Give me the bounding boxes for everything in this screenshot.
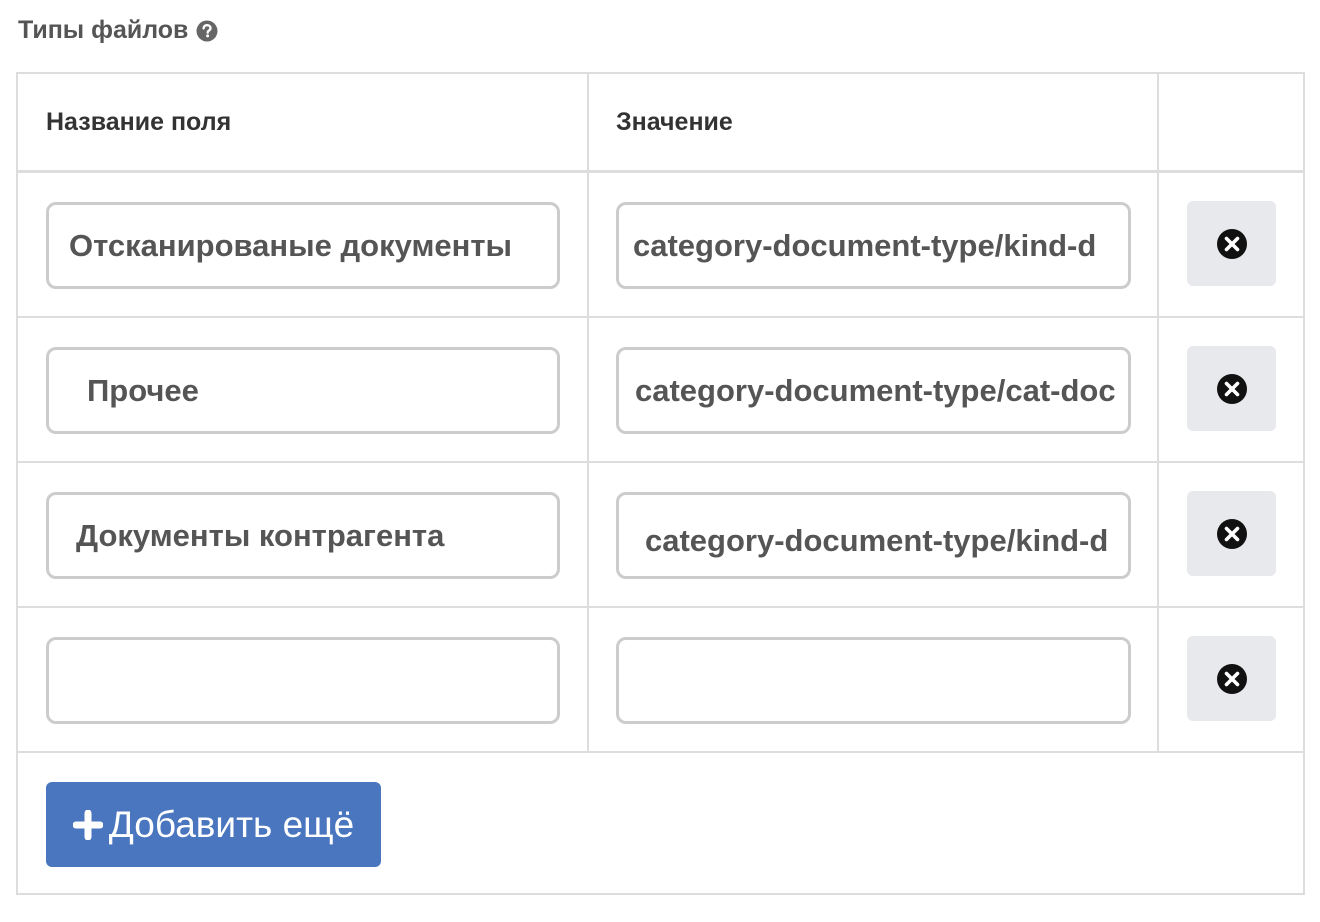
plus-icon [72, 809, 103, 840]
field-value-input[interactable]: category-document-type/kind-d [616, 202, 1131, 289]
field-name-input[interactable] [46, 637, 560, 724]
section-title-label: Типы файлов [18, 16, 189, 44]
delete-row-button[interactable] [1187, 201, 1276, 286]
delete-row-button[interactable] [1187, 346, 1276, 431]
column-header-value: Значение [616, 108, 733, 136]
column-header-name: Название поля [46, 108, 232, 136]
add-more-button[interactable]: Добавить ещё [46, 782, 381, 867]
add-more-label: Добавить ещё [108, 803, 355, 845]
table-row [18, 608, 1303, 753]
file-types-table: Название поля Значение Отсканированые до… [16, 72, 1305, 895]
field-name-input[interactable]: Документы контрагента [46, 492, 560, 579]
question-circle-icon[interactable] [196, 20, 218, 42]
times-circle-icon [1216, 228, 1247, 259]
field-name-input[interactable]: Отсканированые документы [46, 202, 560, 289]
times-circle-icon [1216, 663, 1247, 694]
table-header: Название поля Значение [18, 74, 1303, 173]
table-row: Прочее category-document-type/cat-doc [18, 318, 1303, 463]
times-circle-icon [1216, 518, 1247, 549]
section-title: Типы файлов [18, 16, 218, 45]
field-value-input[interactable]: category-document-type/kind-d [616, 492, 1131, 579]
delete-row-button[interactable] [1187, 636, 1276, 721]
field-value-input[interactable]: category-document-type/cat-doc [616, 347, 1131, 434]
times-circle-icon [1216, 373, 1247, 404]
field-name-input[interactable]: Прочее [46, 347, 560, 434]
table-row: Отсканированые документы category-docume… [18, 173, 1303, 318]
delete-row-button[interactable] [1187, 491, 1276, 576]
field-value-input[interactable] [616, 637, 1131, 724]
table-row: Документы контрагента category-document-… [18, 463, 1303, 608]
